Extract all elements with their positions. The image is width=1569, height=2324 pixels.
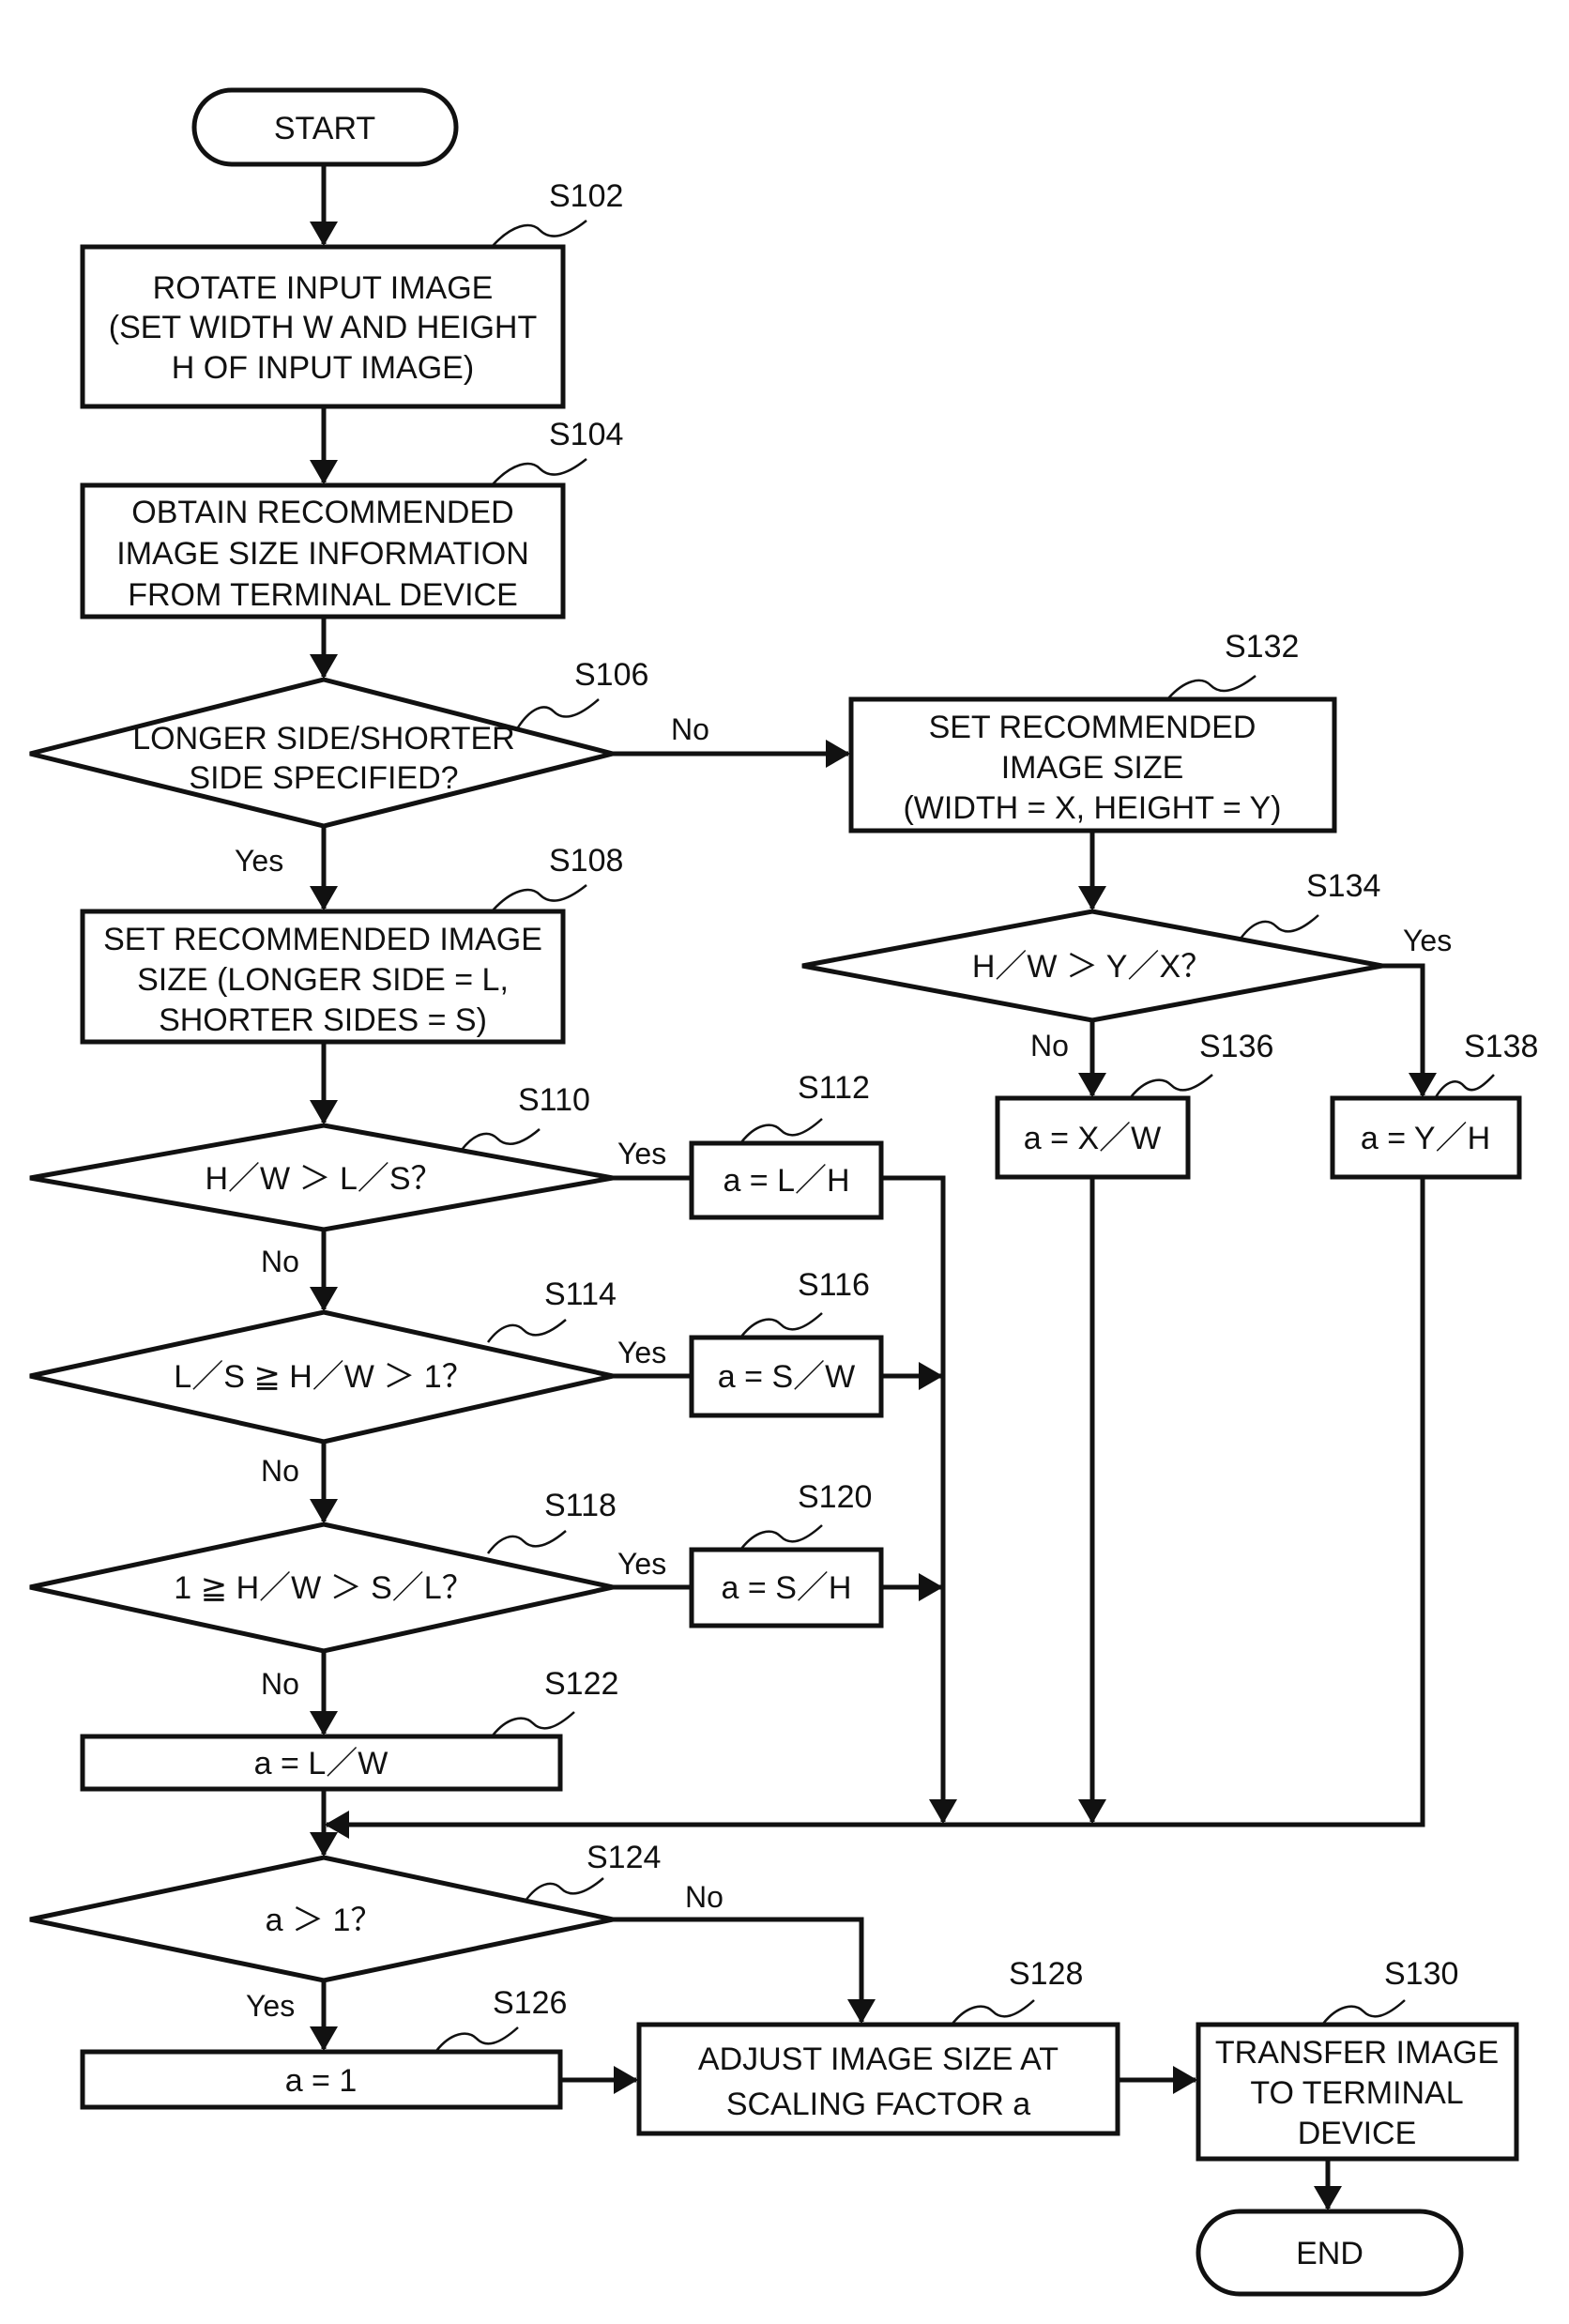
s116-step-label: S116 [798,1267,870,1303]
flowchart: START ROTATE INPUT IMAGE (SET WIDTH W AN… [29,87,1538,2297]
process-s102: ROTATE INPUT IMAGE (SET WIDTH W AND HEIG… [80,178,623,409]
s110-step-label: S110 [518,1082,590,1118]
end-terminator: END [1196,2209,1464,2297]
s134-text: H／W ＞ Y／X？ [972,949,1212,985]
s102-step-label: S102 [549,178,623,214]
s138-step-label: S138 [1464,1029,1538,1064]
s134-step-label: S134 [1306,868,1380,904]
process-s122: a = L／W S122 [80,1666,618,1792]
process-s104: OBTAIN RECOMMENDED IMAGE SIZE INFORMATIO… [80,417,623,619]
s124-step-label: S124 [586,1840,661,1875]
process-s138: a = Y／H S138 [1330,1029,1538,1180]
s128-step-label: S128 [1009,1956,1083,1992]
s130-line-2: TO TERMINAL [1250,2075,1463,2111]
s124-text: a ＞ 1？ [266,1903,383,1938]
edge-s134-s138 [1382,963,1437,1097]
s122-text: a = L／W [254,1746,388,1781]
s116-text: a = S／W [718,1359,855,1395]
s124-yes-label: Yes [246,1989,295,2023]
s132-line-1: SET RECOMMENDED [929,710,1257,745]
s106-line-2: SIDE SPECIFIED? [189,760,458,796]
decision-s110: H／W ＞ L／S？ S110 Yes No [29,1082,666,1278]
s132-line-3: (WIDTH = X, HEIGHT = Y) [903,790,1281,826]
s106-step-label: S106 [574,657,648,693]
s132-line-2: IMAGE SIZE [1001,750,1184,786]
s138-text: a = Y／H [1361,1121,1490,1156]
s108-step-label: S108 [549,843,623,879]
process-s108: SET RECOMMENDED IMAGE SIZE (LONGER SIDE … [80,843,623,1045]
s130-step-label: S130 [1384,1956,1458,1992]
decision-s134: H／W ＞ Y／X？ S134 Yes No [801,868,1452,1063]
s126-text: a = 1 [285,2063,358,2099]
edge-s124-s128 [613,1917,876,2024]
process-s120: a = S／H S120 [689,1479,884,1628]
s114-text: L／S ≧ H／W ＞ 1？ [174,1359,473,1395]
s104-line-2: IMAGE SIZE INFORMATION [116,536,529,572]
s118-step-label: S118 [544,1488,617,1523]
s106-no-label: No [671,712,709,746]
s120-text: a = S／H [722,1570,852,1606]
s106-line-1: LONGER SIDE/SHORTER [132,721,514,757]
s110-no-label: No [261,1245,299,1278]
s108-line-2: SIZE (LONGER SIDE = L, [137,962,509,998]
start-label: START [274,111,375,146]
s134-yes-label: Yes [1403,924,1452,957]
decision-s114: L／S ≧ H／W ＞ 1？ S114 Yes No [29,1277,666,1488]
s108-line-3: SHORTER SIDES = S) [159,1002,487,1038]
s114-step-label: S114 [544,1277,617,1312]
s128-line-1: ADJUST IMAGE SIZE AT [698,2041,1059,2077]
s112-step-label: S112 [798,1070,870,1106]
s126-step-label: S126 [493,1985,567,2021]
process-s112: a = L／H S112 [689,1070,884,1220]
process-s128: ADJUST IMAGE SIZE AT SCALING FACTOR a S1… [636,1956,1120,2136]
s106-yes-label: Yes [235,844,283,878]
s114-yes-label: Yes [617,1336,666,1369]
s132-step-label: S132 [1225,629,1299,665]
s120-step-label: S120 [798,1479,872,1515]
s110-text: H／W ＞ L／S？ [205,1161,442,1197]
s102-line-1: ROTATE INPUT IMAGE [153,270,494,306]
s130-line-3: DEVICE [1298,2116,1417,2151]
s102-line-2: (SET WIDTH W AND HEIGHT [109,310,537,345]
s104-step-label: S104 [549,417,623,452]
s136-text: a = X／W [1024,1121,1161,1156]
s102-line-3: H OF INPUT IMAGE) [172,350,474,386]
s118-text: 1 ≧ H／W ＞ S／L？ [174,1570,473,1606]
s104-line-1: OBTAIN RECOMMENDED [131,495,513,530]
start-terminator: START [191,87,459,167]
s124-no-label: No [685,1880,724,1914]
s122-step-label: S122 [544,1666,618,1702]
end-label: END [1296,2236,1363,2271]
process-s116: a = S／W S116 [689,1267,884,1418]
edge-s112-collector [881,1175,957,1824]
edge-merge-line [325,1177,1425,1839]
s104-line-3: FROM TERMINAL DEVICE [128,577,518,613]
s112-text: a = L／H [723,1163,849,1199]
s118-yes-label: Yes [617,1547,666,1581]
process-s132: SET RECOMMENDED IMAGE SIZE (WIDTH = X, H… [848,629,1337,833]
s136-step-label: S136 [1199,1029,1273,1064]
process-s130: TRANSFER IMAGE TO TERMINAL DEVICE S130 [1196,1956,1519,2162]
s128-line-2: SCALING FACTOR a [726,2087,1030,2122]
s130-line-1: TRANSFER IMAGE [1215,2035,1499,2071]
s110-yes-label: Yes [617,1137,666,1170]
s108-line-1: SET RECOMMENDED IMAGE [103,922,542,957]
decision-s124: a ＞ 1？ S124 No Yes [29,1840,724,2023]
s134-no-label: No [1030,1029,1069,1063]
s118-no-label: No [261,1667,299,1701]
s114-no-label: No [261,1454,299,1488]
